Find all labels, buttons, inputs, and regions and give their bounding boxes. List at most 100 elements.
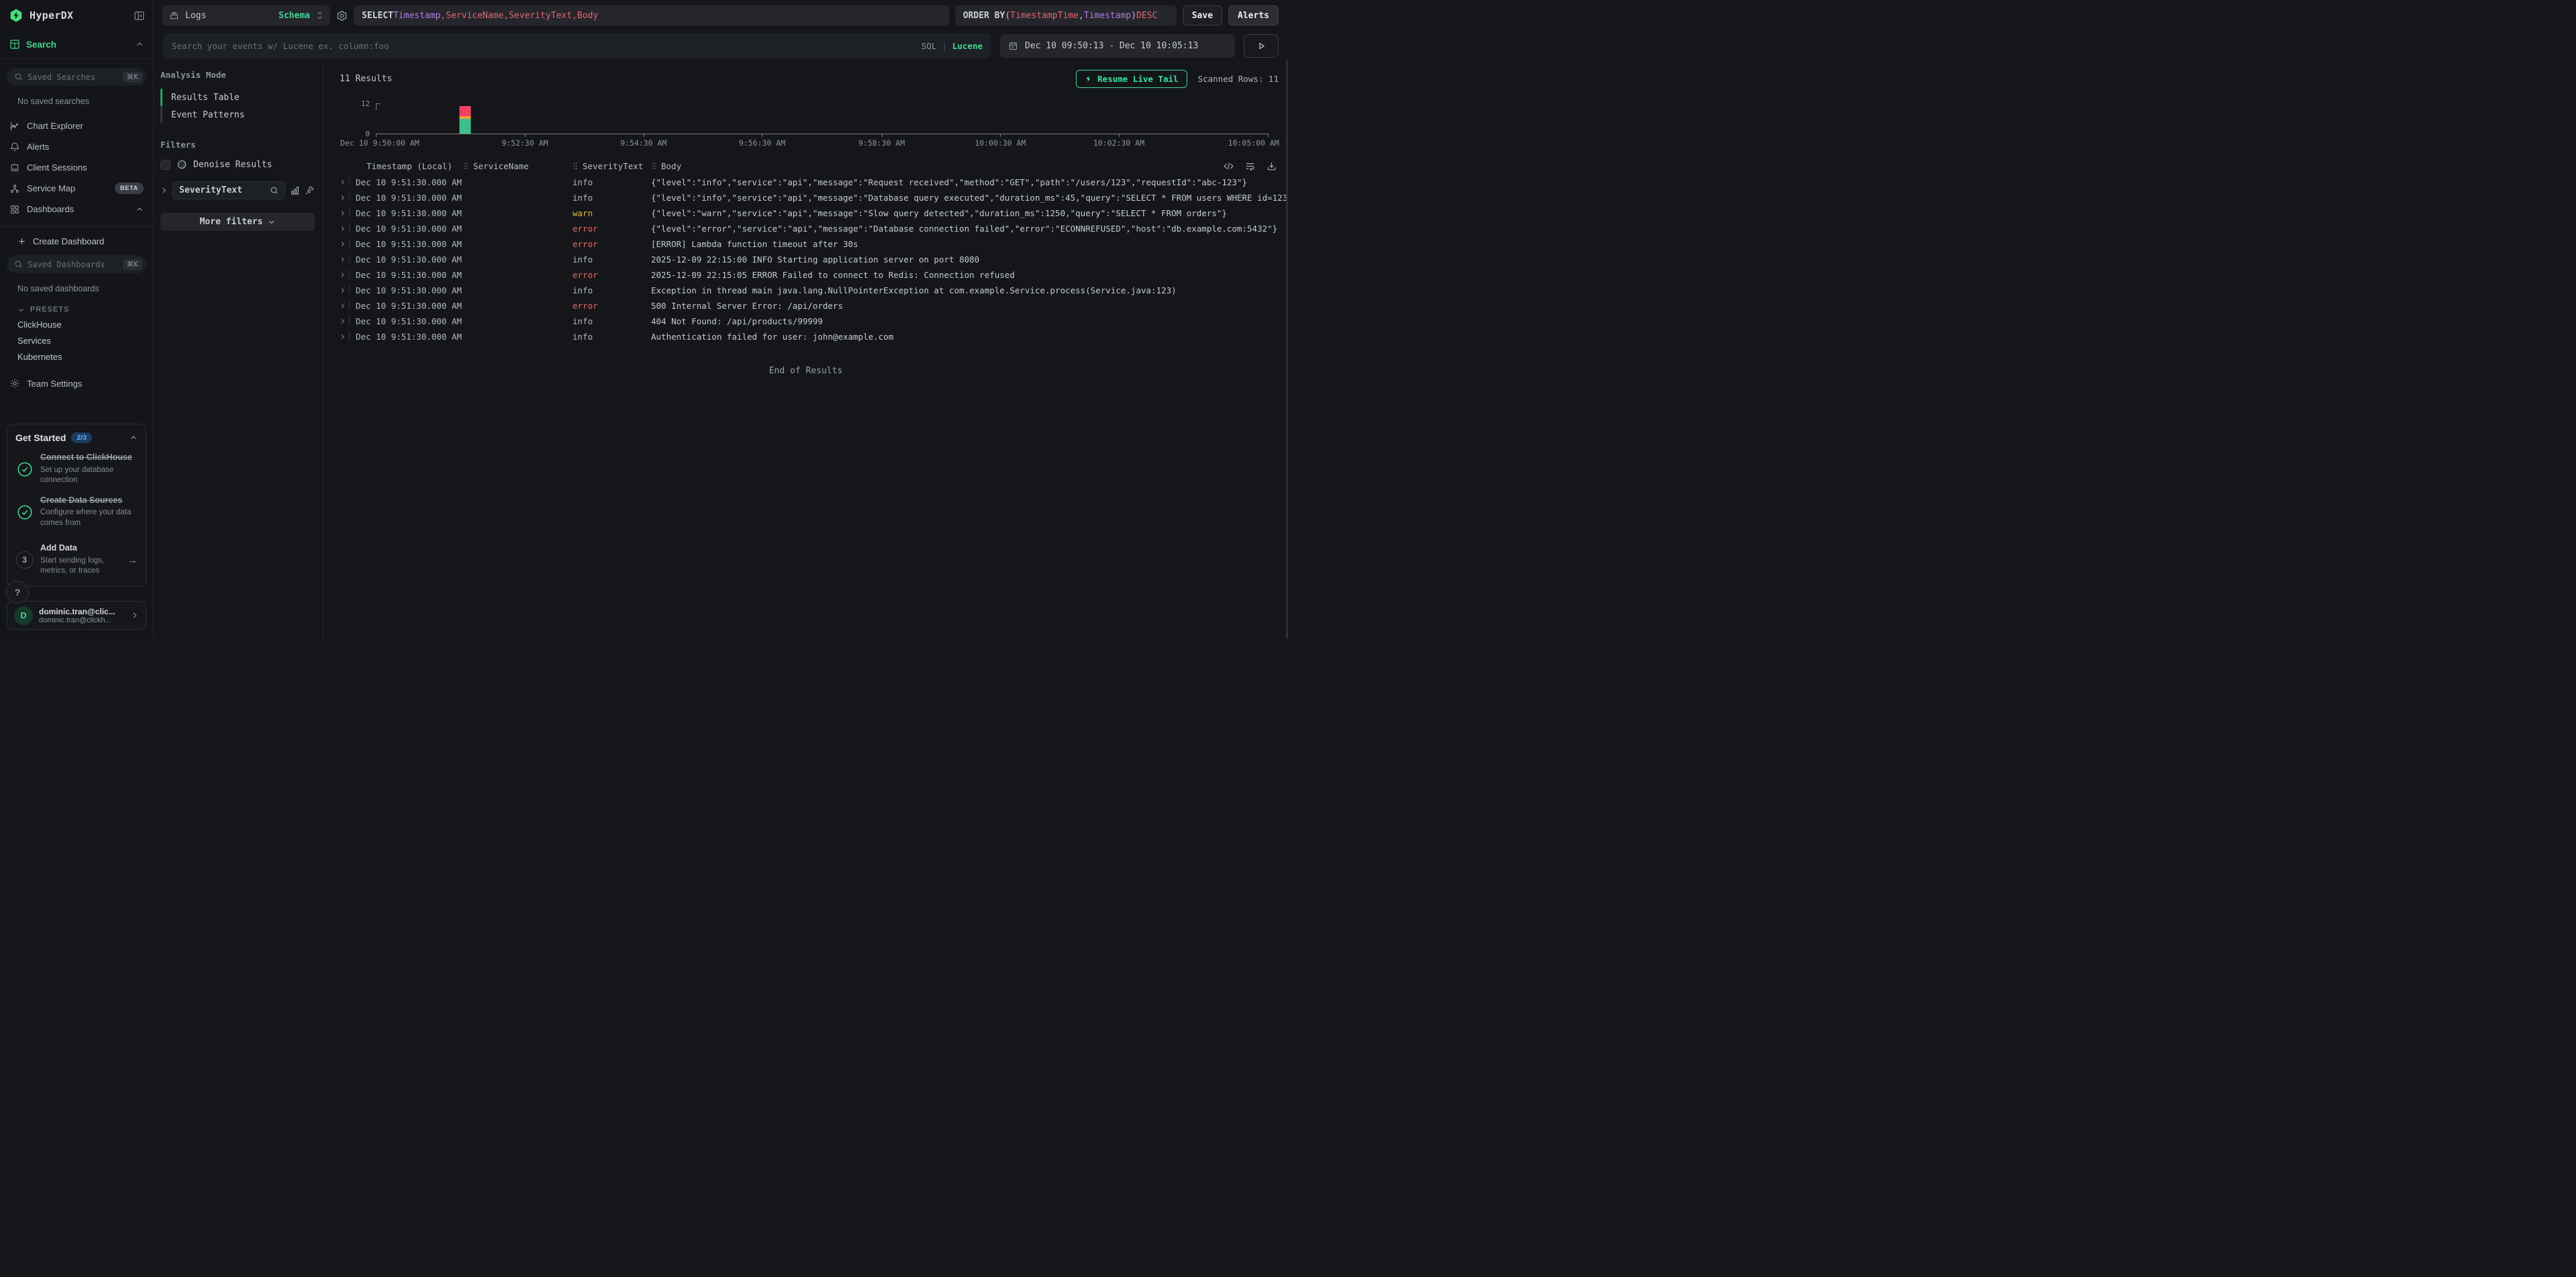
table-row[interactable]: Dec 10 9:51:30.000 AM info Authenticatio… (324, 329, 1288, 344)
search-icon[interactable] (270, 186, 279, 195)
chevron-right-icon[interactable] (160, 187, 168, 194)
saved-searches-field[interactable] (28, 73, 118, 82)
download-icon[interactable] (1266, 160, 1277, 172)
check-circle-icon (15, 453, 34, 486)
sql-token: ORDER BY (963, 11, 1005, 21)
live-tail-label: Resume Live Tail (1097, 74, 1178, 84)
mode-results-table[interactable]: Results Table (162, 89, 315, 106)
sidebar-item-dashboards[interactable]: Dashboards (0, 199, 153, 220)
row-divider (349, 285, 350, 294)
more-filters-button[interactable]: More filters (160, 213, 315, 231)
step-description: Set up your database connection (40, 465, 138, 486)
sidebar-item-service-map[interactable]: Service Map BETA (0, 178, 153, 199)
wrap-text-icon[interactable] (1244, 160, 1256, 172)
run-query-button[interactable] (1244, 34, 1279, 58)
expand-row-icon[interactable] (340, 179, 349, 185)
chevron-up-icon[interactable] (136, 205, 144, 214)
chevron-up-icon[interactable] (136, 40, 144, 48)
row-timestamp: Dec 10 9:51:30.000 AM (356, 332, 463, 342)
severity-filter-field[interactable]: SeverityText (172, 181, 285, 199)
expand-row-icon[interactable] (340, 318, 349, 324)
preset-dashboard-item[interactable]: Kubernetes (0, 346, 153, 362)
sidebar-item-client-sessions[interactable]: Client Sessions (0, 157, 153, 178)
expand-row-icon[interactable] (340, 334, 349, 340)
table-row[interactable]: Dec 10 9:51:30.000 AM info Exception in … (324, 283, 1288, 298)
source-settings-gear-icon[interactable] (336, 10, 348, 21)
alerts-button[interactable]: Alerts (1228, 5, 1279, 26)
lucene-toggle[interactable]: Lucene (952, 41, 983, 51)
event-search-input[interactable]: SQL | Lucene (163, 34, 991, 58)
sidebar-item-alerts[interactable]: Alerts (0, 136, 153, 157)
save-button[interactable]: Save (1183, 5, 1222, 26)
presets-label: PRESETS (30, 305, 69, 314)
table-row[interactable]: Dec 10 9:51:30.000 AM error {"level":"er… (324, 221, 1288, 236)
denoise-checkbox[interactable] (160, 160, 170, 170)
expand-row-icon[interactable] (340, 272, 349, 278)
sidebar-item-search[interactable]: Search (0, 30, 153, 59)
preset-dashboard-item[interactable]: Services (0, 330, 153, 346)
drag-handle-icon[interactable] (463, 162, 469, 170)
table-row[interactable]: Dec 10 9:51:30.000 AM info {"level":"inf… (324, 190, 1288, 205)
get-started-card: Get Started 2/3 Connect to ClickHouse Se… (7, 424, 146, 587)
event-search-field[interactable] (172, 41, 915, 51)
column-header-body[interactable]: Body (651, 161, 1214, 171)
sidebar-item-label: Dashboards (27, 204, 129, 214)
saved-searches-input[interactable]: ⌘K (7, 68, 146, 86)
saved-dashboards-input[interactable]: ⌘K (7, 255, 146, 273)
expand-row-icon[interactable] (340, 256, 349, 263)
get-started-step-connect[interactable]: Connect to ClickHouse Set up your databa… (15, 453, 138, 486)
sidebar-item-team-settings[interactable]: Team Settings (0, 362, 153, 389)
create-dashboard-button[interactable]: Create Dashboard (0, 227, 153, 246)
table-row[interactable]: Dec 10 9:51:30.000 AM warn {"level":"war… (324, 205, 1288, 221)
table-row[interactable]: Dec 10 9:51:30.000 AM error 500 Internal… (324, 298, 1288, 314)
scrollbar[interactable] (1286, 60, 1288, 638)
sidebar-item-chart-explorer[interactable]: Chart Explorer (0, 115, 153, 136)
resume-live-tail-button[interactable]: Resume Live Tail (1076, 70, 1187, 88)
get-started-header[interactable]: Get Started 2/3 (15, 432, 138, 443)
search-section-icon (9, 39, 20, 50)
sidebar-item-label: Alerts (27, 142, 144, 152)
table-row[interactable]: Dec 10 9:51:30.000 AM error [ERROR] Lamb… (324, 236, 1288, 252)
get-started-step-add-data[interactable]: 3 Add Data Start sending logs, metrics, … (15, 543, 138, 577)
preset-dashboard-item[interactable]: ClickHouse (0, 314, 153, 330)
get-started-title: Get Started (15, 432, 66, 443)
column-header-severitytext[interactable]: SeverityText (573, 161, 651, 171)
table-row[interactable]: Dec 10 9:51:30.000 AM error 2025-12-09 2… (324, 267, 1288, 283)
mode-event-patterns[interactable]: Event Patterns (162, 106, 315, 124)
bar-chart-icon[interactable] (290, 185, 300, 195)
drag-handle-icon[interactable] (651, 162, 657, 170)
expand-row-icon[interactable] (340, 210, 349, 216)
user-menu[interactable]: D dominic.tran@clic... dominic.tran@clic… (7, 601, 146, 630)
expand-row-icon[interactable] (340, 226, 349, 232)
brand-name: HyperDX (30, 9, 128, 21)
presets-toggle[interactable]: PRESETS (0, 296, 153, 314)
denoise-label[interactable]: Denoise Results (193, 160, 272, 170)
table-row[interactable]: Dec 10 9:51:30.000 AM info 2025-12-09 22… (324, 252, 1288, 267)
search-icon (14, 73, 23, 81)
time-range-picker[interactable]: Dec 10 09:50:13 - Dec 10 10:05:13 (1000, 34, 1235, 58)
expand-row-icon[interactable] (340, 241, 349, 247)
sql-token: TimestampTime (1010, 11, 1079, 21)
expand-row-icon[interactable] (340, 195, 349, 201)
sql-toggle[interactable]: SQL (922, 41, 937, 51)
order-by-input[interactable]: ORDER BY (TimestampTime, Timestamp) DESC (955, 5, 1177, 26)
expand-row-icon[interactable] (340, 303, 349, 309)
table-row[interactable]: Dec 10 9:51:30.000 AM info 404 Not Found… (324, 314, 1288, 329)
saved-dashboards-field[interactable] (28, 260, 118, 269)
row-severity: info (573, 177, 651, 187)
table-row[interactable]: Dec 10 9:51:30.000 AM info {"level":"inf… (324, 175, 1288, 190)
collapse-sidebar-icon[interactable] (134, 10, 145, 21)
get-started-step-sources[interactable]: Create Data Sources Configure where your… (15, 495, 138, 529)
column-header-servicename[interactable]: ServiceName (463, 161, 573, 171)
drag-handle-icon[interactable] (573, 162, 579, 170)
sidebar-nav: Chart Explorer Alerts Client Sessions Se… (0, 115, 153, 220)
source-selector[interactable]: Logs Schema (162, 5, 330, 26)
column-header-timestamp[interactable]: Timestamp (Local) (356, 161, 463, 171)
code-view-icon[interactable] (1223, 160, 1234, 172)
select-columns-input[interactable]: SELECT Timestamp,ServiceName,SeverityTex… (354, 5, 949, 26)
pin-icon[interactable] (305, 185, 315, 195)
help-button[interactable]: ? (6, 581, 29, 604)
x-axis-tick (525, 134, 526, 137)
chevron-up-icon[interactable] (130, 434, 138, 442)
expand-row-icon[interactable] (340, 287, 349, 293)
